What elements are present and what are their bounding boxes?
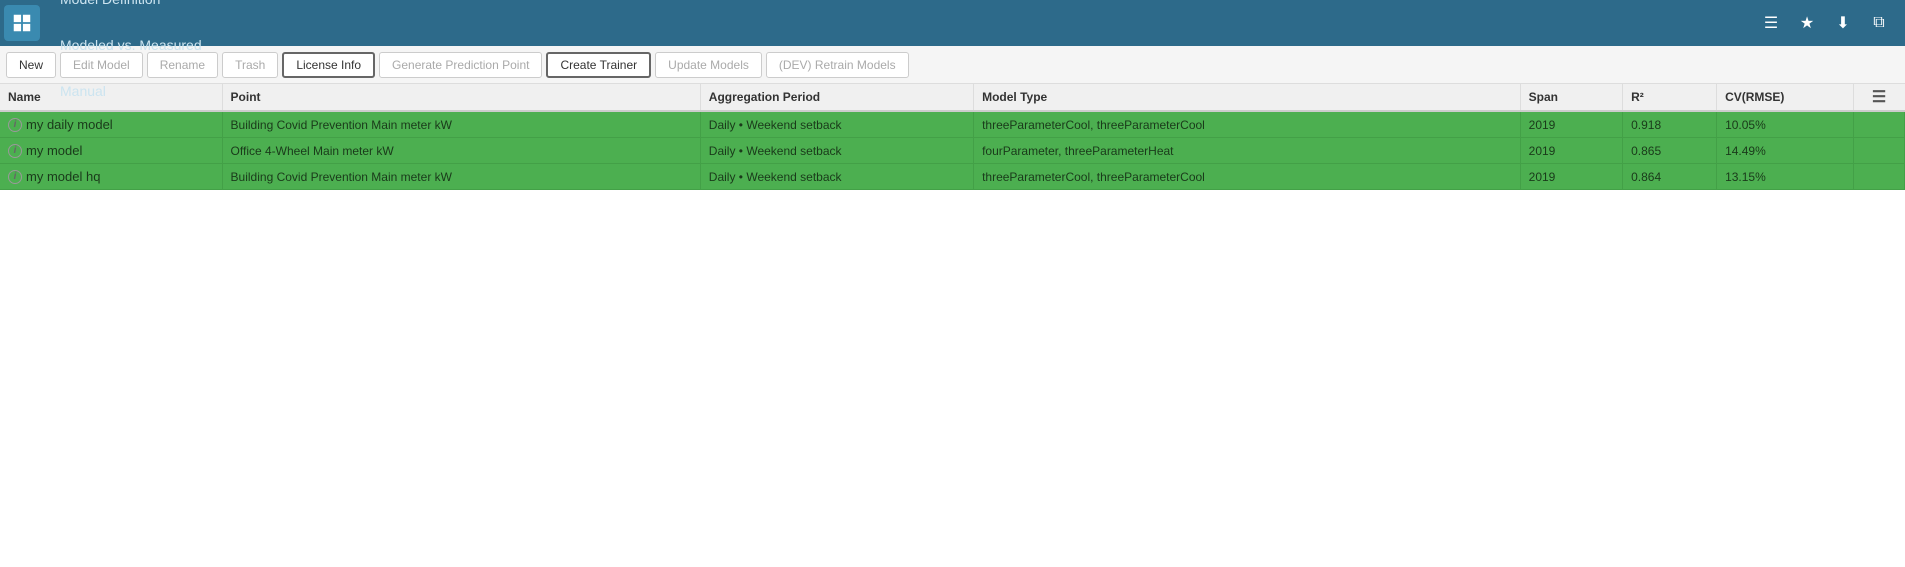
cell-empty	[1853, 138, 1904, 164]
info-icon[interactable]: i	[8, 170, 22, 184]
column-header-span[interactable]: Span	[1520, 84, 1622, 111]
toolbar: NewEdit ModelRenameTrashLicense InfoGene…	[0, 46, 1905, 84]
cell-cv-rmse: 14.49%	[1717, 138, 1854, 164]
download-icon[interactable]: ⬇	[1829, 9, 1857, 37]
-dev-retrain-models-button: (DEV) Retrain Models	[766, 52, 909, 78]
cell-aggregation: Daily • Weekend setback	[700, 138, 973, 164]
generate-prediction-point-button: Generate Prediction Point	[379, 52, 542, 78]
column-header-model-type[interactable]: Model Type	[974, 84, 1521, 111]
new-button[interactable]: New	[6, 52, 56, 78]
app-logo[interactable]	[4, 5, 40, 41]
cell-model-type: threeParameterCool, threeParameterCool	[974, 164, 1521, 190]
models-table: NamePointAggregation PeriodModel TypeSpa…	[0, 84, 1905, 190]
cell-point: Building Covid Prevention Main meter kW	[222, 164, 700, 190]
cell-empty	[1853, 111, 1904, 138]
cell-empty	[1853, 164, 1904, 190]
column-header-aggregation-period[interactable]: Aggregation Period	[700, 84, 973, 111]
cell-r2: 0.865	[1623, 138, 1717, 164]
cell-name: imy model hq	[0, 164, 222, 190]
star-icon[interactable]: ★	[1793, 9, 1821, 37]
table-row[interactable]: imy model hqBuilding Covid Prevention Ma…	[0, 164, 1905, 190]
cell-name: imy model	[0, 138, 222, 164]
cell-r2: 0.918	[1623, 111, 1717, 138]
edit-model-button: Edit Model	[60, 52, 143, 78]
cell-cv-rmse: 13.15%	[1717, 164, 1854, 190]
column-header-point[interactable]: Point	[222, 84, 700, 111]
table-row[interactable]: imy modelOffice 4-Wheel Main meter kWDai…	[0, 138, 1905, 164]
info-icon[interactable]: i	[8, 144, 22, 158]
nav-action-icons: ☰ ★ ⬇ ⧉	[1757, 9, 1901, 37]
trash-button: Trash	[222, 52, 278, 78]
column-header-name[interactable]: Name	[0, 84, 222, 111]
window-icon[interactable]: ⧉	[1865, 9, 1893, 37]
table-row[interactable]: imy daily modelBuilding Covid Prevention…	[0, 111, 1905, 138]
cell-model-type: threeParameterCool, threeParameterCool	[974, 111, 1521, 138]
column-settings-icon[interactable]: ☰	[1854, 87, 1905, 107]
cell-span: 2019	[1520, 111, 1622, 138]
column-header-cvrmse[interactable]: CV(RMSE)	[1717, 84, 1854, 111]
rename-button: Rename	[147, 52, 218, 78]
cell-aggregation: Daily • Weekend setback	[700, 164, 973, 190]
info-icon[interactable]: i	[8, 118, 22, 132]
create-trainer-button[interactable]: Create Trainer	[546, 52, 651, 78]
update-models-button: Update Models	[655, 52, 762, 78]
column-header-r[interactable]: R²	[1623, 84, 1717, 111]
cell-point: Office 4-Wheel Main meter kW	[222, 138, 700, 164]
cell-r2: 0.864	[1623, 164, 1717, 190]
top-navigation: AdministrationModel DefinitionModeled vs…	[0, 0, 1905, 46]
nav-tab-model-definition[interactable]: Model Definition	[44, 0, 218, 23]
table-header: NamePointAggregation PeriodModel TypeSpa…	[0, 84, 1905, 111]
cell-span: 2019	[1520, 164, 1622, 190]
table-body: imy daily modelBuilding Covid Prevention…	[0, 111, 1905, 190]
license-info-button[interactable]: License Info	[282, 52, 375, 78]
cell-point: Building Covid Prevention Main meter kW	[222, 111, 700, 138]
cell-span: 2019	[1520, 138, 1622, 164]
cell-cv-rmse: 10.05%	[1717, 111, 1854, 138]
table-container: NamePointAggregation PeriodModel TypeSpa…	[0, 84, 1905, 567]
cell-aggregation: Daily • Weekend setback	[700, 111, 973, 138]
list-icon[interactable]: ☰	[1757, 9, 1785, 37]
cell-model-type: fourParameter, threeParameterHeat	[974, 138, 1521, 164]
column-settings-header[interactable]: ☰	[1853, 84, 1904, 111]
